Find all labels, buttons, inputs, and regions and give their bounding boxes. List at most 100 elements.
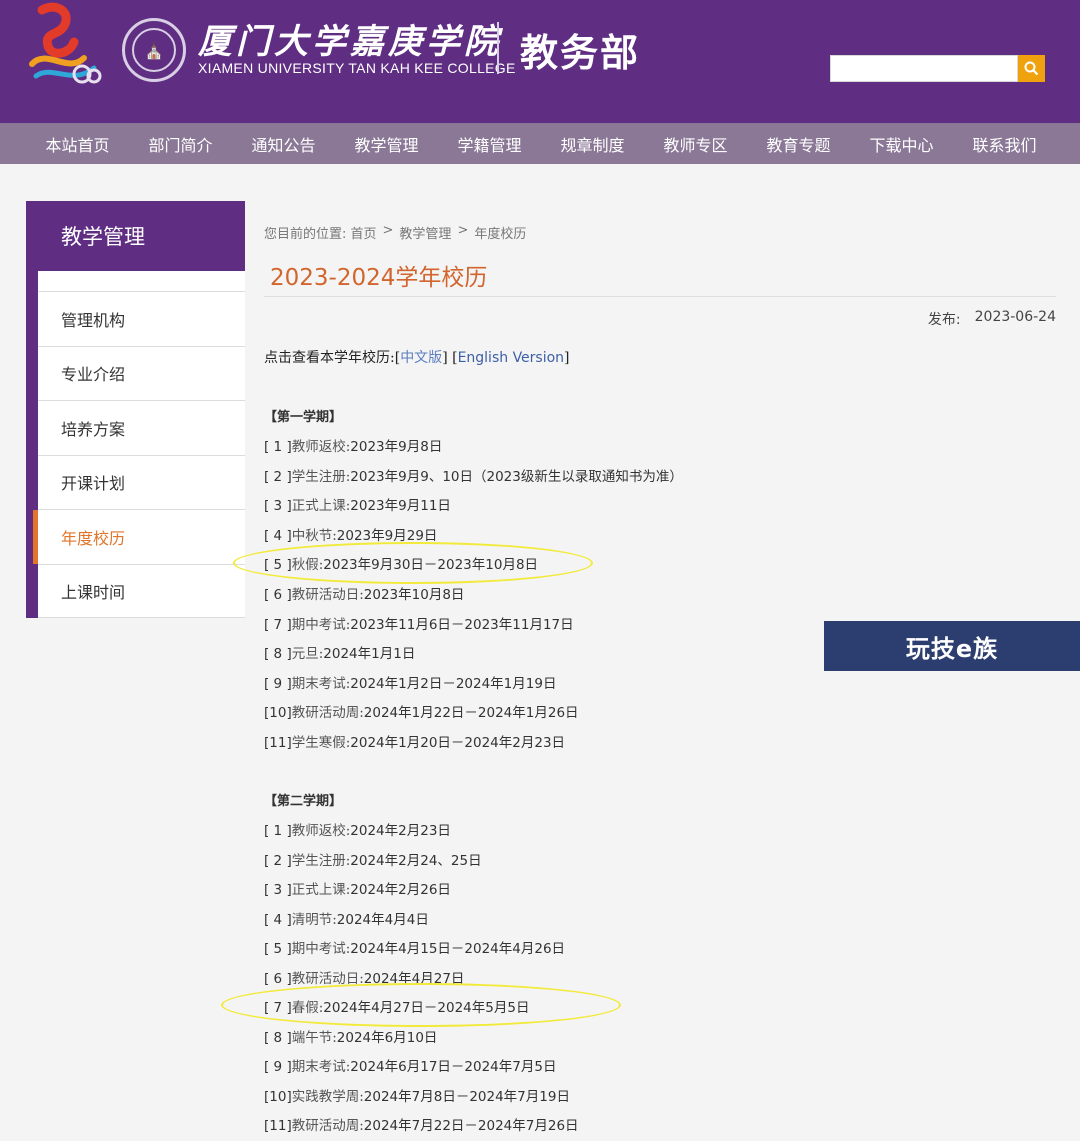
calendar-entry: [10]教研活动周:2024年1月22日－2024年1月26日: [264, 701, 579, 721]
search-button[interactable]: [1018, 55, 1045, 82]
entry-value: 2023年9月11日: [350, 498, 451, 515]
sidebar-menu: 管理机构 专业介绍 培养方案 开课计划 年度校历 上课时间: [33, 291, 245, 618]
entry-number: [ 2 ]: [264, 468, 292, 485]
semester2-heading: 【第二学期】: [264, 794, 343, 809]
nav-item-teachers[interactable]: 教师专区: [644, 123, 747, 164]
nav-item-topics[interactable]: 教育专题: [747, 123, 850, 164]
entry-value: 2024年7月22日－2024年7月26日: [363, 1118, 579, 1134]
view-prefix: 点击查看本学年校历:: [264, 350, 395, 366]
nav-item-downloads[interactable]: 下载中心: [850, 123, 953, 164]
entry-number: [ 7 ]: [264, 616, 292, 633]
calendar-entry: [ 8 ]元旦:2024年1月1日: [264, 642, 415, 662]
entry-label: 期中考试:: [291, 941, 351, 957]
entry-value: 2024年6月10日: [336, 1029, 438, 1046]
calendar-entry: [ 9 ]期末考试:2024年1月2日－2024年1月19日: [264, 672, 556, 692]
breadcrumb-home[interactable]: 您目前的位置: 首页: [264, 223, 377, 242]
nav-item-regulations[interactable]: 规章制度: [541, 123, 644, 164]
calendar-entry: [ 9 ]期末考试:2024年6月17日－2024年7月5日: [264, 1055, 556, 1075]
entry-value: 2024年6月17日－2024年7月5日: [350, 1059, 557, 1075]
entry-label: 期末考试:: [291, 675, 351, 692]
search-icon: [1024, 61, 1039, 76]
sidebar-accent-strip: [26, 271, 38, 618]
nav-item-home[interactable]: 本站首页: [26, 123, 129, 164]
entry-value: 2023年9月9、10日（2023级新生以录取通知书为准）: [350, 468, 683, 485]
entry-value: 2024年4月4日: [336, 911, 429, 928]
entry-number: [ 9 ]: [264, 675, 292, 692]
sidebar-item-management[interactable]: 管理机构: [38, 291, 245, 346]
calendar-entry: [ 4 ]清明节:2024年4月4日: [264, 908, 429, 928]
entry-value: 2024年2月26日: [350, 882, 451, 898]
publish-label: 发布:: [927, 312, 961, 328]
entry-number: [ 5 ]: [264, 941, 292, 957]
entry-value: 2023年11月6日－2023年11月17日: [350, 616, 574, 633]
calendar-entry: [ 1 ]教师返校:2024年2月23日: [264, 819, 451, 839]
entry-value: 2024年2月24、25日: [350, 852, 482, 869]
calendar-entry: [ 4 ]中秋节:2023年9月29日: [264, 524, 437, 544]
entry-label: 端午节:: [291, 1029, 337, 1046]
nav-item-contact[interactable]: 联系我们: [953, 123, 1056, 164]
header-divider: [497, 22, 499, 74]
entry-value: 2024年4月15日－2024年4月26日: [350, 941, 566, 957]
entry-number: [ 6 ]: [264, 970, 292, 987]
calendar-entry: [ 6 ]教研活动日:2023年10月8日: [264, 583, 464, 603]
entry-label: 正式上课:: [291, 882, 351, 898]
entry-number: [10]: [264, 1088, 292, 1105]
sidebar-item-curriculum[interactable]: 培养方案: [38, 400, 245, 455]
main-nav: 本站首页 部门简介 通知公告 教学管理 学籍管理 规章制度 教师专区 教育专题 …: [0, 123, 1080, 164]
entry-number: [ 8 ]: [264, 646, 292, 663]
entry-number: [ 3 ]: [264, 498, 292, 515]
seal-emblem-icon: ⛪: [132, 28, 176, 72]
entry-value: 2024年1月2日－2024年1月19日: [350, 675, 557, 692]
sidebar-item-course-plan[interactable]: 开课计划: [38, 454, 245, 509]
sidebar-item-majors[interactable]: 专业介绍: [38, 345, 245, 400]
calendar-entry: [10]实践教学周:2024年7月8日－2024年7月19日: [264, 1085, 570, 1105]
calendar-entry: [ 3 ]正式上课:2024年2月26日: [264, 878, 451, 898]
entry-number: [ 8 ]: [264, 1029, 292, 1046]
college-name-en[interactable]: XIAMEN UNIVERSITY TAN KAH KEE COLLEGE: [198, 60, 516, 76]
semester1-heading: 【第一学期】: [264, 410, 343, 425]
entry-number: [ 1 ]: [264, 439, 292, 455]
chinese-version-link[interactable]: 中文版: [400, 350, 442, 366]
entry-label: 教师返校:: [291, 439, 351, 455]
search-input[interactable]: [830, 55, 1018, 82]
entry-number: [ 2 ]: [264, 852, 292, 869]
highlight-ellipse-spring-break: [221, 983, 621, 1027]
calendar-entry: [11]学生寒假:2024年1月20日－2024年2月23日: [264, 731, 565, 751]
entry-label: 教研活动日:: [291, 587, 364, 603]
entry-number: [ 4 ]: [264, 527, 292, 544]
highlight-ellipse-autumn-break: [233, 542, 593, 584]
entry-value: 2024年7月8日－2024年7月19日: [363, 1088, 570, 1105]
entry-label: 学生寒假:: [291, 735, 351, 751]
publish-info: 发布: 2023-06-24: [928, 309, 1056, 329]
english-version-link[interactable]: English Version: [458, 350, 564, 366]
title-divider: [264, 296, 1056, 297]
entry-number: [11]: [264, 1118, 292, 1134]
nav-item-about[interactable]: 部门简介: [129, 123, 232, 164]
entry-label: 元旦:: [291, 646, 324, 663]
entry-label: 学生注册:: [291, 852, 351, 869]
breadcrumb-teaching[interactable]: 教学管理: [399, 223, 451, 242]
calendar-entry: [ 8 ]端午节:2024年6月10日: [264, 1026, 437, 1046]
breadcrumb-separator: >: [457, 223, 469, 238]
entry-label: 期中考试:: [291, 616, 351, 633]
sidebar-top-spacer: [38, 271, 245, 291]
entry-label: 教研活动周:: [291, 705, 364, 722]
college-name-cn[interactable]: 厦门大学嘉庚学院: [198, 14, 502, 63]
entry-number: [ 6 ]: [264, 587, 292, 603]
sidebar-item-class-times[interactable]: 上课时间: [38, 563, 245, 618]
entry-label: 学生注册:: [291, 468, 351, 485]
entry-number: [ 4 ]: [264, 911, 292, 928]
calendar-entry: [ 1 ]教师返校:2023年9月8日: [264, 435, 442, 455]
nav-item-enrollment[interactable]: 学籍管理: [438, 123, 541, 164]
entry-label: 正式上课:: [291, 498, 351, 515]
anniversary-logo[interactable]: [22, 2, 106, 92]
calendar-entry: [ 5 ]期中考试:2024年4月15日－2024年4月26日: [264, 937, 565, 957]
entry-number: [ 9 ]: [264, 1059, 292, 1075]
entry-label: 实践教学周:: [291, 1088, 364, 1105]
entry-label: 教师返校:: [291, 823, 351, 839]
department-title[interactable]: 教务部: [520, 22, 640, 77]
nav-item-notices[interactable]: 通知公告: [232, 123, 335, 164]
sidebar-item-calendar[interactable]: 年度校历: [33, 509, 245, 564]
entry-value: 2023年9月8日: [350, 439, 443, 455]
nav-item-teaching[interactable]: 教学管理: [335, 123, 438, 164]
